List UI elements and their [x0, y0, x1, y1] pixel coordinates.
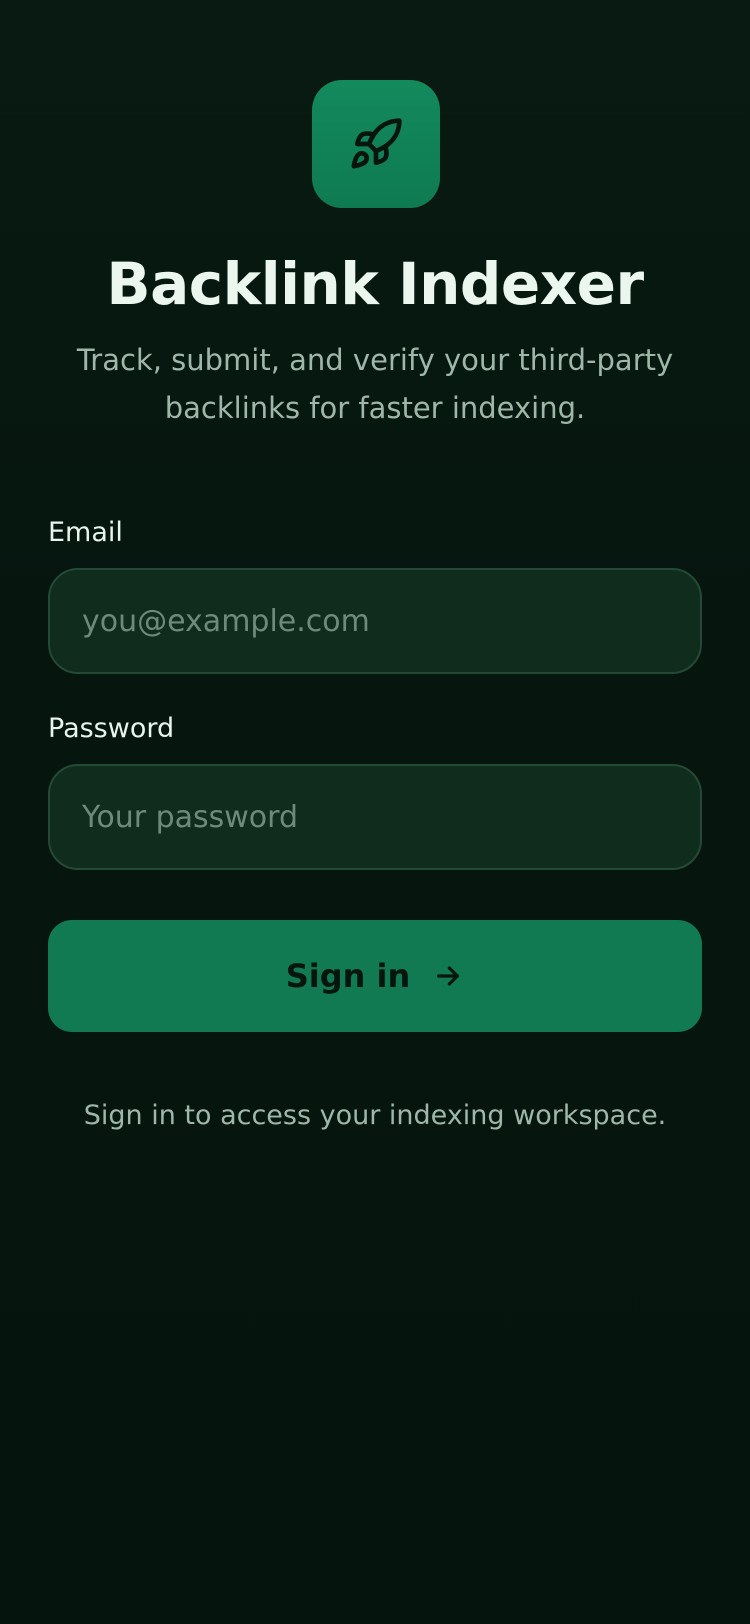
- rocket-icon: [351, 118, 402, 169]
- page-title: Backlink Indexer: [106, 250, 644, 318]
- login-screen: Backlink Indexer Track, submit, and veri…: [0, 0, 750, 1624]
- sign-in-button[interactable]: Sign in: [48, 920, 702, 1032]
- email-input[interactable]: [48, 568, 702, 674]
- page-subtitle: Track, submit, and verify your third-par…: [76, 343, 674, 425]
- sign-in-label: Sign in: [285, 957, 411, 995]
- email-label: Email: [48, 517, 123, 548]
- password-input[interactable]: [48, 764, 702, 870]
- footer-note: Sign in to access your indexing workspac…: [83, 1100, 667, 1131]
- password-label: Password: [48, 713, 175, 744]
- arrow-right-icon: [432, 960, 464, 992]
- app-logo: [312, 80, 440, 208]
